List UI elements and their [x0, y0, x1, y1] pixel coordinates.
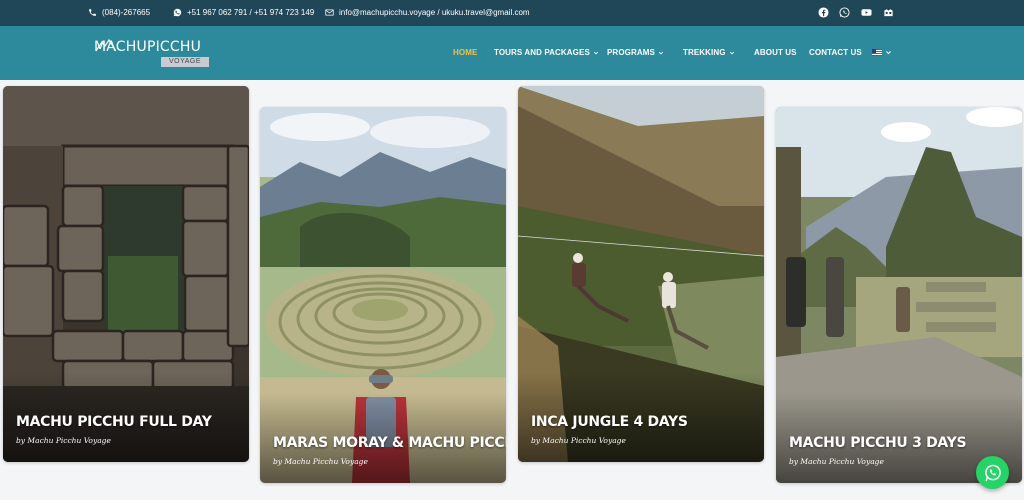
chevron-down-icon — [593, 51, 599, 55]
phone-number: (084)-267665 — [102, 8, 151, 17]
whatsapp-social-icon[interactable] — [838, 6, 851, 19]
top-info-bar: (084)-267665 +51 967 062 791 / +51 974 7… — [0, 0, 1024, 26]
card-title: INCA JUNGLE 4 DAYS — [531, 414, 688, 430]
logo-badge: VOYAGE — [161, 57, 210, 67]
card-byline: by Machu Picchu Voyage — [789, 457, 884, 466]
whatsapp-chat-button[interactable] — [976, 456, 1009, 489]
tour-card-inca-jungle[interactable]: INCA JUNGLE 4 DAYS by Machu Picchu Voyag… — [518, 86, 764, 462]
whatsapp-contact[interactable]: +51 967 062 791 / +51 974 723 149 — [173, 8, 314, 17]
tour-card-machu-picchu-3-days[interactable]: MACHU PICCHU 3 DAYS by Machu Picchu Voya… — [776, 107, 1022, 483]
nav-home-label: HOME — [453, 48, 478, 57]
nav-contact-us[interactable]: CONTACT US — [809, 48, 862, 57]
language-chevron-down-icon[interactable] — [885, 49, 892, 56]
card-byline: by Machu Picchu Voyage — [16, 436, 111, 445]
tour-card-machu-picchu-full-day[interactable]: MACHU PICCHU FULL DAY by Machu Picchu Vo… — [3, 86, 249, 462]
main-navigation: MACHUPICCHU VOYAGE HOME TOURS AND PACKAG… — [0, 26, 1024, 80]
whatsapp-icon — [984, 464, 1001, 481]
nav-contact-label: CONTACT US — [809, 48, 862, 57]
nav-about-label: ABOUT US — [754, 48, 797, 57]
whatsapp-small-icon — [173, 8, 182, 17]
card-byline: by Machu Picchu Voyage — [531, 436, 626, 445]
nav-about-us[interactable]: ABOUT US — [754, 48, 797, 57]
nav-trekking-label: TREKKING — [683, 48, 726, 57]
youtube-icon[interactable] — [860, 6, 873, 19]
facebook-icon[interactable] — [817, 6, 830, 19]
nav-tours-label: TOURS AND PACKAGES — [494, 48, 590, 57]
chevron-down-icon — [658, 51, 664, 55]
email-addresses: info@machupicchu.voyage / ukuku.travel@g… — [339, 8, 530, 17]
site-logo[interactable]: MACHUPICCHU VOYAGE — [94, 39, 210, 71]
chevron-down-icon — [729, 51, 734, 55]
envelope-icon — [325, 9, 334, 16]
language-flag-icon[interactable] — [872, 49, 882, 56]
whatsapp-numbers: +51 967 062 791 / +51 974 723 149 — [187, 8, 315, 17]
nav-programs[interactable]: PROGRAMS — [607, 48, 664, 57]
card-title: MACHU PICCHU FULL DAY — [16, 414, 212, 430]
phone-contact[interactable]: (084)-267665 — [88, 8, 150, 17]
email-contact[interactable]: info@machupicchu.voyage / ukuku.travel@g… — [325, 8, 530, 17]
tour-card-maras-moray[interactable]: MARAS MORAY & MACHU PICCHU by Machu Picc… — [260, 107, 506, 483]
card-byline: by Machu Picchu Voyage — [273, 457, 368, 466]
nav-programs-label: PROGRAMS — [607, 48, 655, 57]
card-title: MACHU PICCHU 3 DAYS — [789, 435, 967, 451]
nav-home[interactable]: HOME — [453, 48, 477, 57]
logo-wordmark: MACHUPICCHU — [94, 39, 202, 55]
tripadvisor-icon[interactable] — [882, 6, 895, 19]
nav-tours-and-packages[interactable]: TOURS AND PACKAGES — [494, 48, 599, 57]
phone-icon — [89, 9, 96, 16]
card-title: MARAS MORAY & MACHU PICCHU — [273, 435, 506, 451]
nav-trekking[interactable]: TREKKING — [683, 48, 735, 57]
